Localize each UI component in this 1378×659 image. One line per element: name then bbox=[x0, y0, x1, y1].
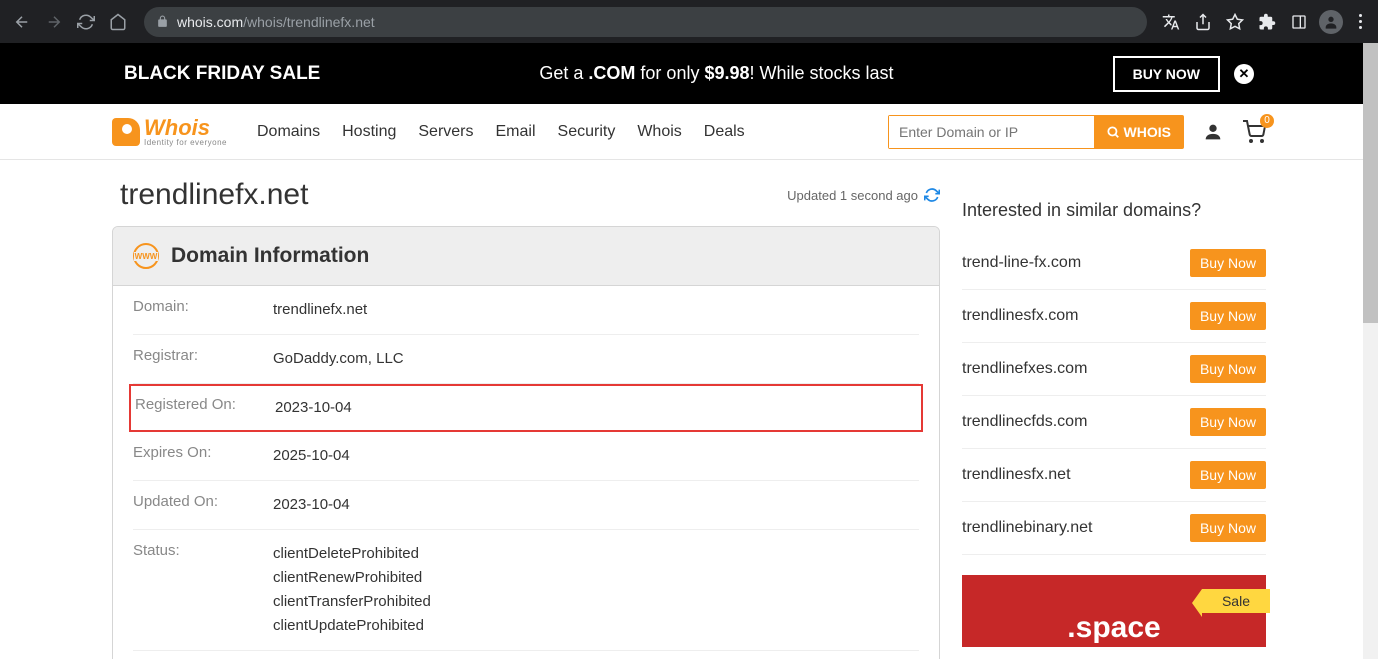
nav-item-security[interactable]: Security bbox=[558, 123, 616, 141]
info-row: Domain:trendlinefx.net bbox=[133, 286, 919, 335]
forward-button[interactable] bbox=[40, 8, 68, 36]
info-row: Expires On:2025-10-04 bbox=[133, 432, 919, 481]
promo-banner: BLACK FRIDAY SALE Get a .COM for only $9… bbox=[0, 43, 1378, 104]
similar-domain: trendlinefxes.com bbox=[962, 360, 1087, 378]
promo-ad[interactable]: Sale .space bbox=[962, 575, 1266, 647]
info-value: GoDaddy.com, LLC bbox=[273, 347, 404, 371]
similar-item: trendlinecfds.com Buy Now bbox=[962, 396, 1266, 449]
info-row: Name Servers:ns57.domaincontrol.comns58.… bbox=[133, 651, 919, 659]
account-icon[interactable] bbox=[1202, 121, 1224, 143]
similar-item: trend-line-fx.com Buy Now bbox=[962, 237, 1266, 290]
nav-item-hosting[interactable]: Hosting bbox=[342, 123, 396, 141]
similar-domain: trendlinebinary.net bbox=[962, 519, 1092, 537]
site-header: Whois Identity for everyone Domains Hosti… bbox=[0, 104, 1378, 160]
browser-toolbar: whois.com/whois/trendlinefx.net bbox=[0, 0, 1378, 43]
nav-item-email[interactable]: Email bbox=[496, 123, 536, 141]
refresh-icon[interactable] bbox=[924, 187, 940, 203]
info-row: Status:clientDeleteProhibitedclientRenew… bbox=[133, 530, 919, 651]
banner-title: BLACK FRIDAY SALE bbox=[124, 63, 320, 85]
nav-item-whois[interactable]: Whois bbox=[637, 123, 681, 141]
similar-buy-button[interactable]: Buy Now bbox=[1190, 514, 1266, 542]
similar-item: trendlinebinary.net Buy Now bbox=[962, 502, 1266, 555]
info-value: trendlinefx.net bbox=[273, 298, 367, 322]
search-input[interactable] bbox=[889, 116, 1094, 148]
similar-domain: trendlinesfx.net bbox=[962, 466, 1071, 484]
promo-text: .space bbox=[1067, 611, 1160, 647]
window-icon[interactable] bbox=[1287, 10, 1311, 34]
share-icon[interactable] bbox=[1191, 10, 1215, 34]
search-button[interactable]: WHOIS bbox=[1094, 116, 1183, 148]
bookmark-icon[interactable] bbox=[1223, 10, 1247, 34]
info-value: 2023-10-04 bbox=[273, 493, 350, 517]
info-value: clientDeleteProhibitedclientRenewProhibi… bbox=[273, 542, 431, 638]
back-button[interactable] bbox=[8, 8, 36, 36]
info-label: Status: bbox=[133, 542, 273, 638]
similar-buy-button[interactable]: Buy Now bbox=[1190, 355, 1266, 383]
similar-title: Interested in similar domains? bbox=[962, 200, 1266, 221]
nav-item-deals[interactable]: Deals bbox=[704, 123, 745, 141]
info-label: Registrar: bbox=[133, 347, 273, 371]
cart-button[interactable]: 0 bbox=[1242, 120, 1266, 144]
nav-item-servers[interactable]: Servers bbox=[418, 123, 473, 141]
nav-item-domains[interactable]: Domains bbox=[257, 123, 320, 141]
profile-button[interactable] bbox=[1319, 10, 1343, 34]
similar-buy-button[interactable]: Buy Now bbox=[1190, 302, 1266, 330]
similar-buy-button[interactable]: Buy Now bbox=[1190, 461, 1266, 489]
updated-text: Updated 1 second ago bbox=[787, 187, 940, 203]
similar-domain: trend-line-fx.com bbox=[962, 254, 1081, 272]
info-label: Updated On: bbox=[133, 493, 273, 517]
sale-tag: Sale bbox=[1202, 589, 1270, 613]
search-form: WHOIS bbox=[888, 115, 1184, 149]
info-row: Registrar:GoDaddy.com, LLC bbox=[133, 335, 919, 384]
nav-menu: Domains Hosting Servers Email Security Whois D… bbox=[257, 123, 745, 141]
domain-info-card: WWW Domain Information Domain:trendlinef… bbox=[112, 226, 940, 659]
similar-buy-button[interactable]: Buy Now bbox=[1190, 249, 1266, 277]
reload-button[interactable] bbox=[72, 8, 100, 36]
banner-text: Get a .COM for only $9.98! While stocks … bbox=[539, 63, 893, 84]
www-icon: WWW bbox=[133, 243, 159, 269]
info-label: Domain: bbox=[133, 298, 273, 322]
logo-subtext: Identity for everyone bbox=[144, 139, 227, 147]
info-value: 2025-10-04 bbox=[273, 444, 350, 468]
scrollbar[interactable] bbox=[1363, 43, 1378, 659]
logo-text: Whois bbox=[144, 117, 227, 139]
similar-item: trendlinesfx.net Buy Now bbox=[962, 449, 1266, 502]
info-label: Registered On: bbox=[135, 396, 275, 420]
similar-domain: trendlinesfx.com bbox=[962, 307, 1079, 325]
logo-icon bbox=[112, 118, 140, 146]
similar-buy-button[interactable]: Buy Now bbox=[1190, 408, 1266, 436]
extensions-icon[interactable] bbox=[1255, 10, 1279, 34]
home-button[interactable] bbox=[104, 8, 132, 36]
lock-icon bbox=[156, 15, 169, 28]
banner-buy-button[interactable]: BUY NOW bbox=[1113, 56, 1220, 92]
info-row: Updated On:2023-10-04 bbox=[133, 481, 919, 530]
menu-button[interactable] bbox=[1351, 14, 1370, 29]
card-title: Domain Information bbox=[171, 244, 369, 268]
banner-close-icon[interactable]: ✕ bbox=[1234, 64, 1254, 84]
translate-icon[interactable] bbox=[1159, 10, 1183, 34]
info-label: Expires On: bbox=[133, 444, 273, 468]
cart-badge: 0 bbox=[1260, 114, 1274, 128]
info-value: 2023-10-04 bbox=[275, 396, 352, 420]
similar-domain: trendlinecfds.com bbox=[962, 413, 1087, 431]
site-logo[interactable]: Whois Identity for everyone bbox=[112, 117, 227, 147]
similar-item: trendlinefxes.com Buy Now bbox=[962, 343, 1266, 396]
info-row: Registered On:2023-10-04 bbox=[129, 384, 923, 432]
address-bar[interactable]: whois.com/whois/trendlinefx.net bbox=[144, 7, 1147, 37]
url-text: whois.com/whois/trendlinefx.net bbox=[177, 14, 375, 30]
similar-item: trendlinesfx.com Buy Now bbox=[962, 290, 1266, 343]
page-title: trendlinefx.net bbox=[120, 178, 308, 212]
